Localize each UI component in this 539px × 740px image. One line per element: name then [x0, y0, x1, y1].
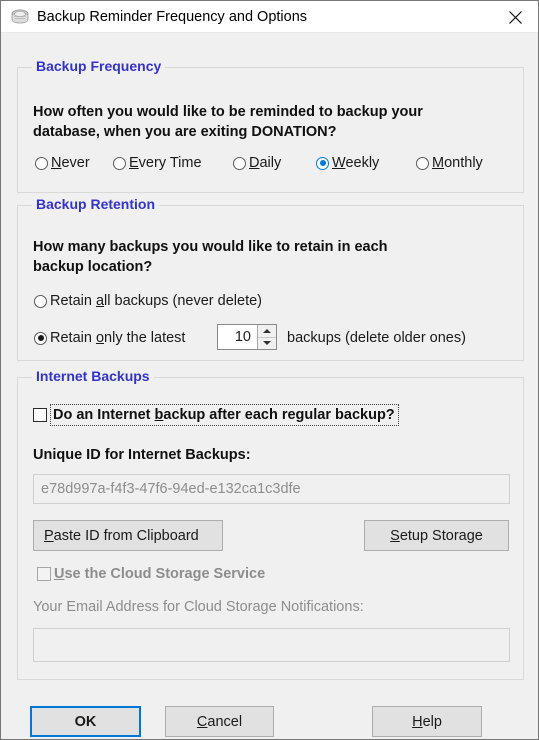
radio-never-mark: [35, 156, 48, 170]
title-bar: Backup Reminder Frequency and Options: [1, 1, 538, 33]
radio-every-time[interactable]: Every Time: [113, 155, 202, 171]
dialog-window: Backup Reminder Frequency and Options Ba…: [0, 0, 539, 740]
use-cloud-storage-checkbox[interactable]: Use the Cloud Storage Service: [37, 566, 265, 582]
radio-every-time-mark: [113, 156, 126, 170]
retain-count-stepper[interactable]: 10: [217, 324, 277, 350]
radio-every-time-label: Every Time: [129, 155, 202, 171]
radio-retain-all-mark: [34, 294, 47, 308]
do-internet-backup-label: Do an Internet backup after each regular…: [53, 407, 395, 423]
retain-count-value: 10: [234, 329, 251, 345]
cloud-email-label: Your Email Address for Cloud Storage Not…: [33, 599, 364, 615]
use-cloud-storage-mark: [37, 567, 51, 581]
unique-id-label: Unique ID for Internet Backups:: [33, 447, 251, 463]
do-internet-backup-focus-rect: Do an Internet backup after each regular…: [50, 404, 399, 426]
chevron-up-icon: [263, 328, 271, 333]
radio-retain-latest-mark: [34, 331, 47, 345]
close-icon[interactable]: [492, 2, 538, 33]
ok-button[interactable]: OK: [30, 706, 141, 737]
retain-count-suffix-label: backups (delete older ones): [287, 330, 466, 346]
backup-retention-prompt-line2: backup location?: [33, 259, 153, 275]
internet-backups-legend: Internet Backups: [32, 368, 154, 384]
backup-drawer-icon: [9, 8, 31, 26]
backup-frequency-prompt-line2: database, when you are exiting DONATION?: [33, 124, 337, 140]
client-area: Backup Frequency How often you would lik…: [1, 33, 538, 739]
setup-storage-button[interactable]: Setup Storage: [364, 520, 509, 551]
do-internet-backup-checkbox[interactable]: Do an Internet backup after each regular…: [33, 404, 399, 426]
radio-monthly-label: Monthly: [432, 155, 483, 171]
cancel-button-label: Cancel: [196, 713, 243, 730]
unique-id-input[interactable]: e78d997a-f4f3-47f6-94ed-e132ca1c3dfe: [33, 474, 510, 504]
radio-retain-all[interactable]: Retain all backups (never delete): [34, 293, 262, 309]
radio-retain-all-label: Retain all backups (never delete): [50, 293, 263, 309]
radio-retain-latest[interactable]: Retain only the latest: [34, 330, 185, 346]
paste-id-button-label: Paste ID from Clipboard: [44, 527, 199, 544]
retain-count-buttons: [257, 325, 276, 349]
backup-retention-legend: Backup Retention: [32, 196, 160, 212]
setup-storage-button-label: Setup Storage: [390, 527, 483, 544]
radio-daily-mark: [233, 156, 246, 170]
radio-monthly-mark: [416, 156, 429, 170]
backup-frequency-prompt-line1: How often you would like to be reminded …: [33, 104, 423, 120]
ok-button-label: OK: [74, 713, 97, 730]
radio-weekly[interactable]: Weekly: [316, 155, 379, 171]
radio-weekly-mark: [316, 156, 329, 170]
backup-frequency-legend: Backup Frequency: [32, 58, 166, 74]
backup-retention-prompt-line1: How many backups you would like to retai…: [33, 239, 388, 255]
radio-never-label: Never: [51, 155, 90, 171]
radio-daily-label: Daily: [249, 155, 282, 171]
stepper-down-button[interactable]: [258, 337, 276, 349]
help-button[interactable]: Help: [372, 706, 482, 737]
radio-daily[interactable]: Daily: [233, 155, 281, 171]
radio-weekly-label: Weekly: [332, 155, 380, 171]
radio-retain-latest-label: Retain only the latest: [50, 330, 186, 346]
help-button-label: Help: [412, 713, 442, 730]
window-title: Backup Reminder Frequency and Options: [37, 8, 308, 25]
radio-monthly[interactable]: Monthly: [416, 155, 483, 171]
stepper-up-button[interactable]: [258, 325, 276, 338]
cloud-email-input[interactable]: [33, 628, 510, 662]
do-internet-backup-mark: [33, 408, 47, 422]
use-cloud-storage-label: Use the Cloud Storage Service: [54, 566, 266, 582]
chevron-down-icon: [263, 341, 271, 346]
radio-never[interactable]: Never: [35, 155, 90, 171]
paste-id-from-clipboard-button[interactable]: Paste ID from Clipboard: [33, 520, 223, 551]
cancel-button[interactable]: Cancel: [165, 706, 274, 737]
